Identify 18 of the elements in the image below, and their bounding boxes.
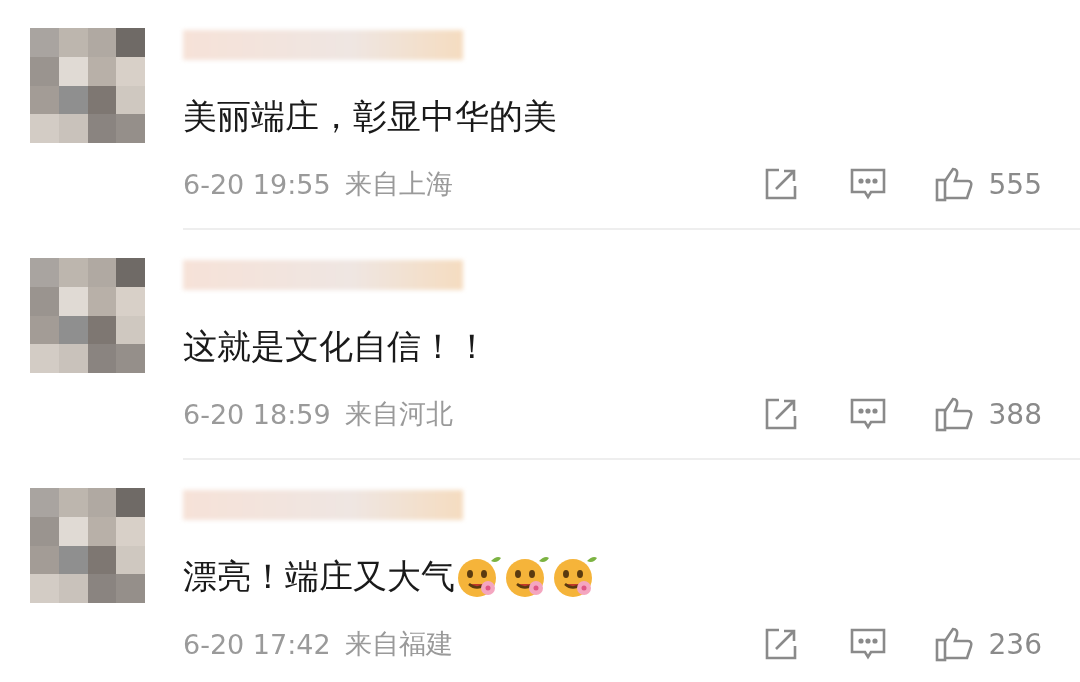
like-count: 388	[988, 397, 1042, 431]
comment-location: 来自河北	[344, 397, 453, 431]
comment-time: 6-20 18:59	[183, 398, 331, 430]
comment-location: 来自福建	[344, 627, 453, 661]
like-count: 555	[988, 167, 1042, 201]
comment-icon[interactable]	[848, 166, 887, 202]
comment-text: 这就是文化自信！！	[183, 325, 489, 368]
comment-time: 6-20 19:55	[183, 168, 331, 200]
comment-location: 来自上海	[344, 167, 453, 201]
comment-icon[interactable]	[848, 626, 887, 662]
thumbs-up-icon[interactable]	[934, 395, 975, 433]
comment-icon[interactable]	[848, 396, 887, 432]
comment-text: 美丽端庄，彰显中华的美	[183, 95, 557, 138]
thumbs-up-icon[interactable]	[934, 165, 975, 203]
comment-time: 6-20 17:42	[183, 628, 331, 660]
comment-text: 漂亮！端庄又大气	[183, 555, 455, 598]
thumbs-up-icon[interactable]	[934, 625, 975, 663]
like-count: 236	[988, 627, 1042, 661]
